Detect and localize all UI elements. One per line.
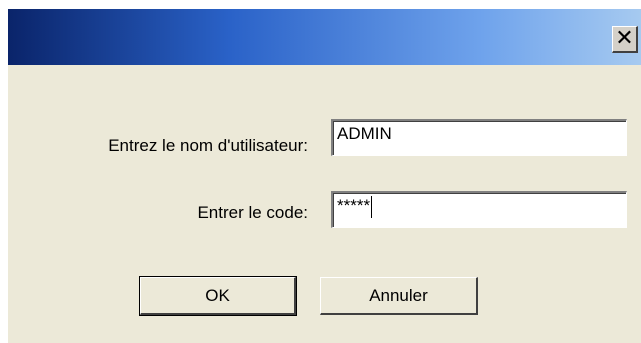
close-button[interactable]: ✕	[612, 26, 638, 53]
cancel-button-label: Annuler	[369, 285, 428, 305]
code-value: *****	[337, 196, 371, 215]
username-label: Entrez le nom d'utilisateur:	[108, 136, 308, 155]
ok-button-label: OK	[205, 285, 230, 305]
username-field[interactable]: ADMIN	[331, 119, 627, 156]
code-label: Entrer le code:	[197, 203, 308, 222]
code-field[interactable]: *****	[331, 191, 627, 228]
close-icon: ✕	[615, 26, 634, 51]
title-bar[interactable]: ✕	[8, 9, 641, 65]
login-dialog: ✕ Entrez le nom d'utilisateur: ADMIN Ent…	[8, 9, 641, 343]
ok-button[interactable]: OK	[139, 276, 297, 316]
cancel-button[interactable]: Annuler	[320, 277, 478, 315]
text-caret	[371, 196, 373, 218]
username-value: ADMIN	[337, 124, 392, 143]
